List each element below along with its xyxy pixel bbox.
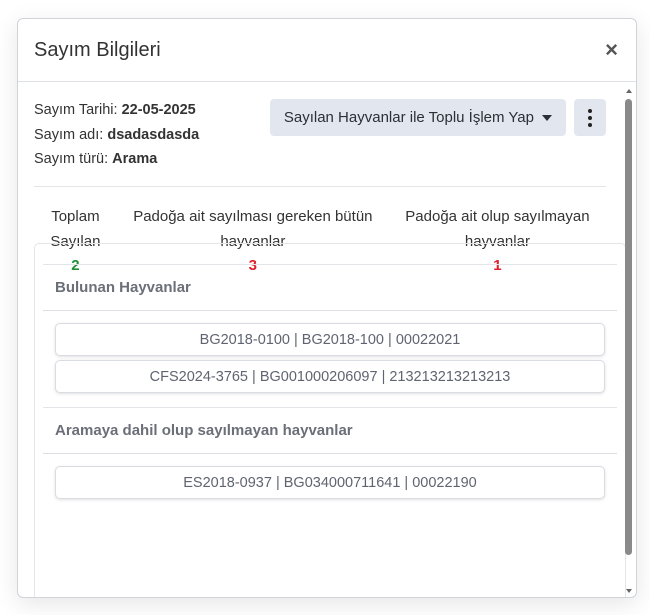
animals-card: Bulunan Hayvanlar BG2018-0100 | BG2018-1… xyxy=(34,243,626,597)
count-date-label: Sayım Tarihi: xyxy=(34,102,118,118)
found-animals-heading: Bulunan Hayvanlar xyxy=(43,264,617,311)
stat-label: Toplam xyxy=(51,208,100,225)
caret-down-icon xyxy=(542,114,552,121)
count-name-value: dsadasdasda xyxy=(107,126,200,143)
count-type-label: Sayım türü: xyxy=(34,151,109,167)
found-animals-list: BG2018-0100 | BG2018-100 | 00022021 CFS2… xyxy=(43,311,617,407)
animal-item-button[interactable]: CFS2024-3765 | BG001000206097 | 21321321… xyxy=(55,360,605,393)
modal-header: Sayım Bilgileri × xyxy=(18,19,636,82)
close-icon[interactable]: × xyxy=(603,39,620,61)
modal-title: Sayım Bilgileri xyxy=(34,38,161,61)
bulk-action-label: Sayılan Hayvanlar ile Toplu İşlem Yap xyxy=(283,109,534,126)
modal-scrollbar[interactable] xyxy=(624,85,634,595)
more-options-button[interactable] xyxy=(574,99,606,136)
stat-label: Padoğa ait olup sayılmayan xyxy=(405,208,590,225)
not-counted-animals-heading: Aramaya dahil olup sayılmayan hayvanlar xyxy=(43,407,617,454)
action-buttons: Sayılan Hayvanlar ile Toplu İşlem Yap xyxy=(269,98,606,136)
count-type-value: Arama xyxy=(112,151,158,167)
count-date-value: 22-05-2025 xyxy=(121,102,196,118)
animal-item-button[interactable]: BG2018-0100 | BG2018-100 | 00022021 xyxy=(55,323,605,356)
count-type: Sayım türü: Arama xyxy=(34,147,199,172)
count-info-modal: Sayım Bilgileri × Sayım Tarihi: 22-05-20… xyxy=(17,18,637,598)
scrollbar-thumb[interactable] xyxy=(625,99,632,555)
count-name: Sayım adı: dsadasdasda xyxy=(34,123,199,148)
count-name-label: Sayım adı: xyxy=(34,126,104,143)
vertical-ellipsis-icon xyxy=(588,122,592,127)
count-date: Sayım Tarihi: 22-05-2025 xyxy=(34,98,199,123)
count-details: Sayım Tarihi: 22-05-2025 Sayım adı: dsad… xyxy=(34,98,199,172)
bulk-action-dropdown-button[interactable]: Sayılan Hayvanlar ile Toplu İşlem Yap xyxy=(269,99,566,136)
vertical-ellipsis-icon xyxy=(588,115,592,120)
not-counted-animals-list: ES2018-0937 | BG034000711641 | 00022190 xyxy=(43,454,617,513)
animal-item-button[interactable]: ES2018-0937 | BG034000711641 | 00022190 xyxy=(55,466,605,499)
scroll-up-arrow-icon[interactable] xyxy=(626,89,632,93)
stat-label: Padoğa ait sayılması gereken bütün xyxy=(133,208,373,225)
vertical-ellipsis-icon xyxy=(588,108,592,113)
count-info-section: Sayım Tarihi: 22-05-2025 Sayım adı: dsad… xyxy=(34,82,606,187)
scroll-down-arrow-icon[interactable] xyxy=(626,589,632,593)
